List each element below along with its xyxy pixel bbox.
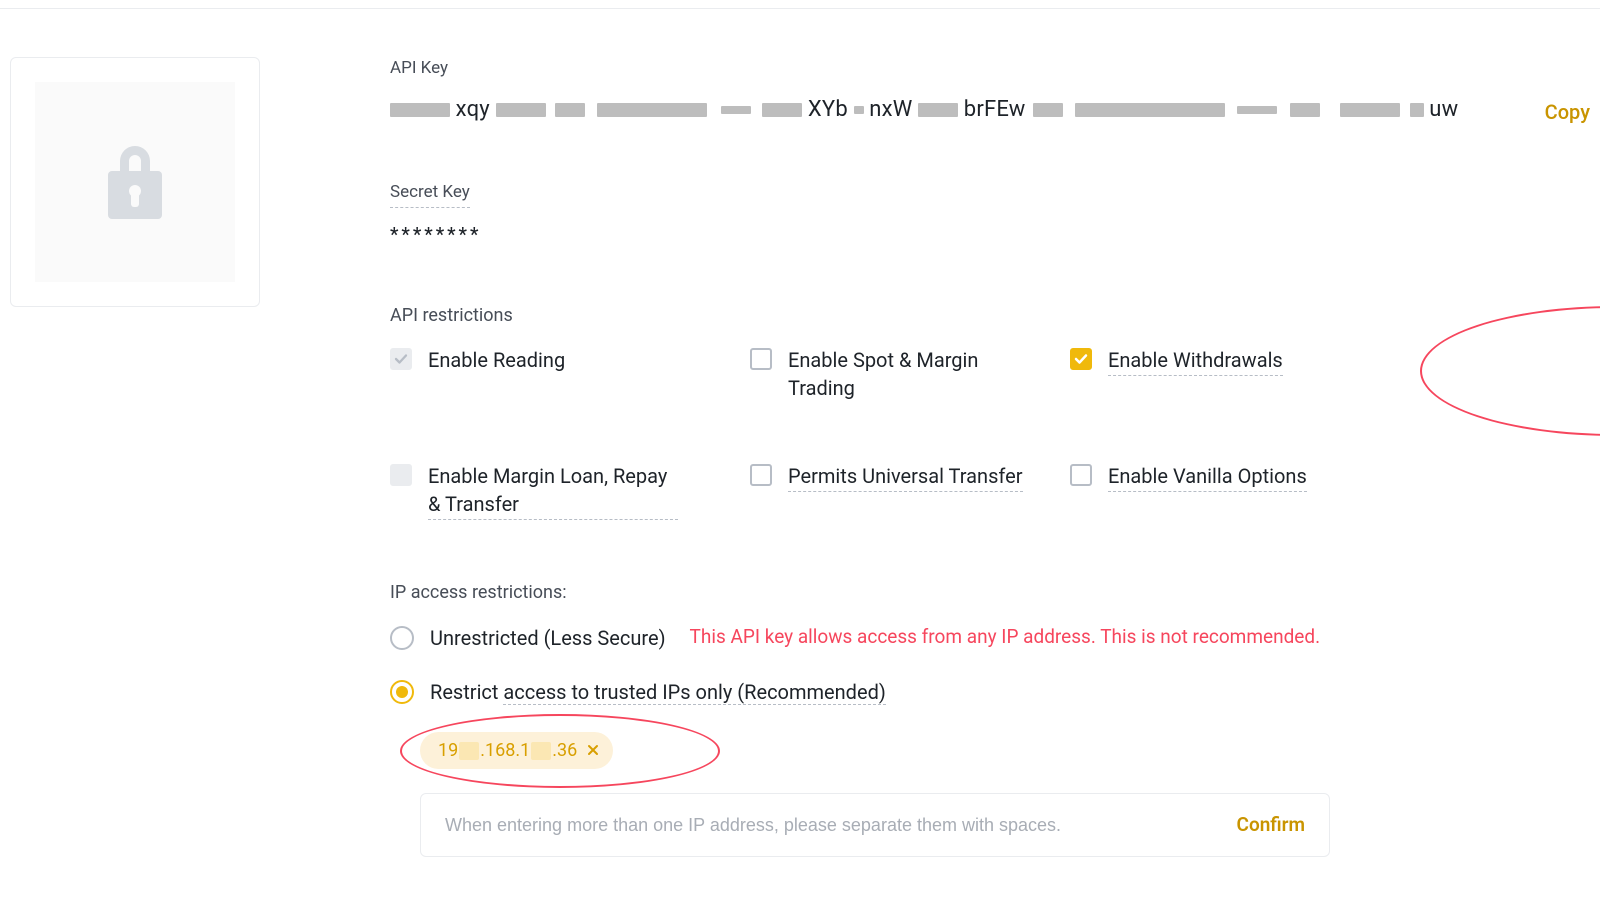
ip-chip-remove[interactable] xyxy=(587,744,599,756)
ip-restrictions-section: IP access restrictions: Unrestricted (Le… xyxy=(390,580,1590,857)
ip-input-row: Confirm xyxy=(420,793,1330,858)
perm-vanilla-options: Enable Vanilla Options xyxy=(1070,462,1590,520)
api-key-row: xqy XYb nxW brFEw uw Copy xyxy=(390,95,1590,129)
ip-chip-seg3: .36 xyxy=(552,740,577,761)
api-key-label: API Key xyxy=(390,57,1590,81)
perm-label-withdrawals: Enable Withdrawals xyxy=(1108,346,1283,376)
ip-restrictions-label: IP access restrictions: xyxy=(390,580,1590,605)
ip-chip-seg1: 19 xyxy=(438,740,458,761)
checkbox-withdrawals[interactable] xyxy=(1070,348,1092,370)
perm-label-margin-loan: Enable Margin Loan, Repay & Transfer xyxy=(428,462,678,520)
radio-label-restricted: Restrict access to trusted IPs only (Rec… xyxy=(430,678,886,706)
ip-address-input[interactable] xyxy=(445,815,1217,836)
ip-option-unrestricted: Unrestricted (Less Secure) This API key … xyxy=(390,624,1590,652)
check-icon xyxy=(394,352,408,366)
checkbox-vanilla-options[interactable] xyxy=(1070,464,1092,486)
api-icon-inner xyxy=(35,82,235,282)
radio-label-unrestricted: Unrestricted (Less Secure) xyxy=(430,624,666,652)
ip-chip-mask2 xyxy=(531,742,551,760)
secret-key-label: Secret Key xyxy=(390,181,470,208)
ip-chip-row: 19 .168.1 .36 xyxy=(420,732,1590,769)
perm-spot-margin: Enable Spot & Margin Trading xyxy=(750,346,1070,402)
perm-universal-transfer: Permits Universal Transfer xyxy=(750,462,1070,520)
close-icon xyxy=(587,744,599,756)
ip-chip-text: 19 .168.1 .36 xyxy=(438,738,577,763)
radio-label-restricted-dotted: access to trusted IPs only (Recommended) xyxy=(503,680,885,705)
ip-unrestricted-warning: This API key allows access from any IP a… xyxy=(690,624,1321,651)
api-key-value: xqy XYb nxW brFEw uw xyxy=(390,95,1505,129)
api-settings-panel: API Key xqy XYb nxW brFEw xyxy=(0,57,1600,857)
lock-icon xyxy=(100,137,170,227)
checkbox-margin-loan[interactable] xyxy=(390,464,412,486)
api-restrictions-label: API restrictions xyxy=(390,303,1590,328)
icon-column xyxy=(10,57,270,857)
perm-label-vanilla: Enable Vanilla Options xyxy=(1108,462,1307,492)
confirm-ip-button[interactable]: Confirm xyxy=(1237,812,1305,839)
api-icon-card xyxy=(10,57,260,307)
radio-unrestricted[interactable] xyxy=(390,626,414,650)
perm-enable-reading: Enable Reading xyxy=(390,346,750,402)
perm-label-universal: Permits Universal Transfer xyxy=(788,462,1023,492)
check-icon xyxy=(1074,352,1088,366)
checkbox-spot-margin[interactable] xyxy=(750,348,772,370)
ip-option-restricted: Restrict access to trusted IPs only (Rec… xyxy=(390,678,1590,706)
perm-label-reading: Enable Reading xyxy=(428,346,565,374)
top-divider xyxy=(0,8,1600,9)
perm-withdrawals: Enable Withdrawals xyxy=(1070,346,1590,402)
settings-column: API Key xqy XYb nxW brFEw xyxy=(270,57,1590,857)
ip-chip-mask1 xyxy=(459,742,479,760)
api-restrictions-grid: Enable Reading Enable Spot & Margin Trad… xyxy=(390,346,1590,520)
perm-label-spot: Enable Spot & Margin Trading xyxy=(788,346,1038,402)
copy-api-key-button[interactable]: Copy xyxy=(1545,98,1590,126)
secret-key-value: ******** xyxy=(390,222,1590,249)
perm-margin-loan: Enable Margin Loan, Repay & Transfer xyxy=(390,462,750,520)
radio-restricted[interactable] xyxy=(390,680,414,704)
ip-chip-seg2: .168.1 xyxy=(480,740,530,761)
checkbox-universal-transfer[interactable] xyxy=(750,464,772,486)
ip-chip: 19 .168.1 .36 xyxy=(420,732,613,769)
radio-label-restricted-pre: Restrict xyxy=(430,680,503,704)
checkbox-enable-reading[interactable] xyxy=(390,348,412,370)
